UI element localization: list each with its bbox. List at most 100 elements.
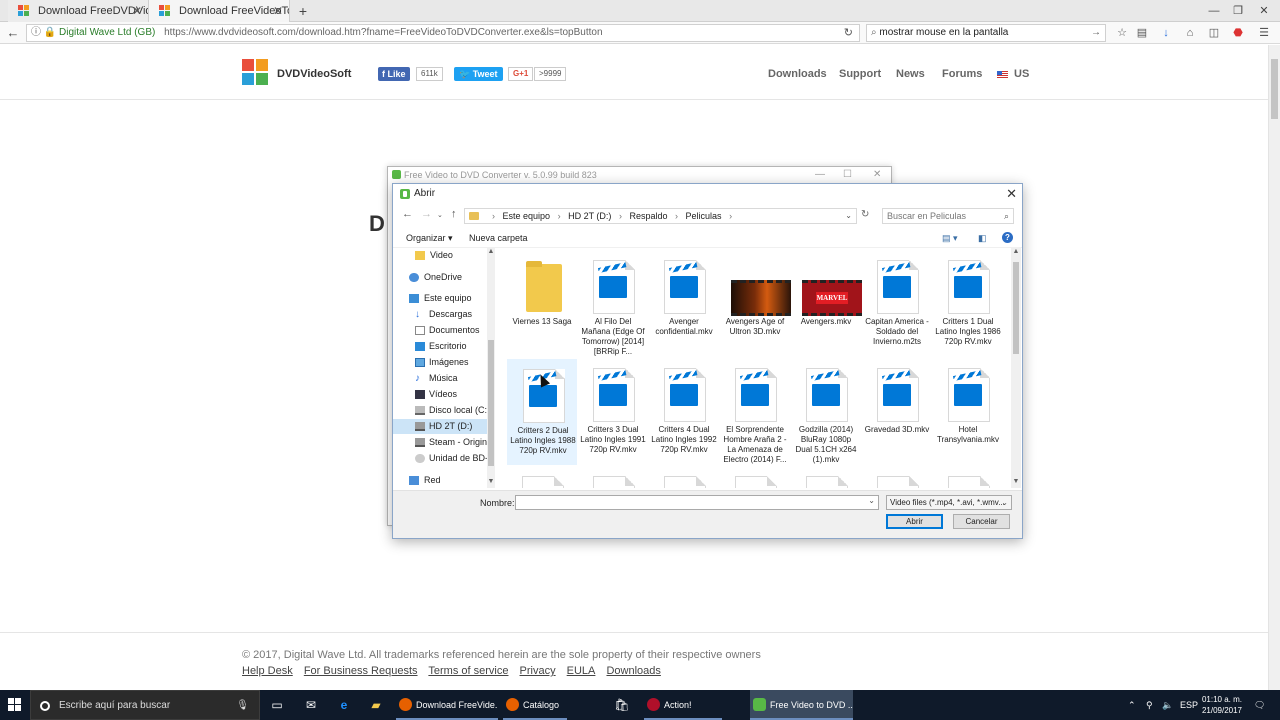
file-item-partial[interactable]	[649, 467, 719, 488]
folder-search-input[interactable]: Buscar en Peliculas ⌕	[882, 208, 1014, 224]
brand-name[interactable]: DVDVideoSoft	[277, 68, 351, 80]
nav-item-musica[interactable]: ♪ Música	[393, 371, 487, 386]
nav-item-video[interactable]: Video	[393, 248, 487, 263]
dialog-close-icon[interactable]: ✕	[1006, 186, 1017, 202]
file-item-partial[interactable]	[720, 467, 790, 488]
file-item-avenger-confidential[interactable]: Avenger confidential.mkv	[649, 251, 719, 357]
footer-link-eula[interactable]: EULA	[567, 665, 596, 677]
network-icon[interactable]: ⚲	[1146, 690, 1153, 720]
adblock-icon[interactable]: ⬣	[1231, 26, 1245, 40]
close-tab-icon[interactable]: ✕	[132, 0, 142, 22]
pocket-icon[interactable]: ◫	[1207, 26, 1221, 40]
footer-link-help-desk[interactable]: Help Desk	[242, 665, 293, 677]
navigation-pane-scrollbar[interactable]: ▲ ▼	[487, 248, 495, 488]
file-type-select[interactable]: Video files (*.mp4, *.avi, *.wmv... ⌄	[886, 495, 1012, 510]
nav-item-videos[interactable]: Vídeos	[393, 387, 487, 402]
system-clock[interactable]: 01:10 a. m. 21/09/2017	[1192, 694, 1252, 716]
app-close-button[interactable]: ✕	[873, 167, 881, 183]
file-item-critters-4[interactable]: Critters 4 Dual Latino Ingles 1992 720p …	[649, 359, 719, 465]
tab-download-freedvd[interactable]: Download FreeDVDVideoCo ✕	[8, 0, 148, 22]
file-item-avengers-ultron[interactable]: Avengers Age of Ultron 3D.mkv	[720, 251, 791, 357]
file-item-partial[interactable]	[933, 467, 1003, 488]
breadcrumb-separator-icon[interactable]: ›	[492, 211, 495, 221]
footer-link-downloads[interactable]: Downloads	[606, 665, 660, 677]
nav-item-hd2t[interactable]: HD 2T (D:)	[393, 419, 487, 434]
organize-button[interactable]: Organizar ▾	[406, 233, 453, 244]
page-scrollbar-thumb[interactable]	[1271, 59, 1278, 119]
action-center-icon[interactable]: 🗨	[1254, 690, 1265, 720]
file-item-viernes13[interactable]: Viernes 13 Saga	[507, 251, 577, 357]
home-icon[interactable]: ⌂	[1183, 26, 1197, 40]
scroll-up-icon[interactable]: ▲	[1011, 248, 1021, 255]
cancel-button[interactable]: Cancelar	[953, 514, 1010, 529]
nav-news[interactable]: News	[896, 68, 925, 80]
taskbar-app-action[interactable]: Action!	[644, 690, 722, 720]
file-item-hotel-transylvania[interactable]: Hotel Transylvania.mkv	[933, 359, 1003, 465]
footer-link-business[interactable]: For Business Requests	[304, 665, 418, 677]
tab-download-freevideotodvd[interactable]: Download FreeVideoToDVD ✕	[148, 0, 290, 22]
preview-pane-icon[interactable]: ◧	[978, 233, 987, 244]
breadcrumb-peliculas[interactable]: Peliculas	[686, 211, 722, 221]
page-scrollbar[interactable]	[1268, 45, 1280, 690]
file-name-input[interactable]: ⌄	[515, 495, 879, 510]
breadcrumb-este-equipo[interactable]: Este equipo	[503, 211, 551, 221]
windows-start-icon[interactable]	[0, 690, 30, 720]
breadcrumb-separator-icon[interactable]: ›	[675, 211, 678, 221]
nav-item-red[interactable]: Red	[393, 473, 487, 488]
breadcrumb-separator-icon[interactable]: ›	[729, 211, 732, 221]
scrollbar-thumb[interactable]	[488, 340, 494, 466]
breadcrumb-hd2t[interactable]: HD 2T (D:)	[568, 211, 611, 221]
reload-icon[interactable]: ↻	[844, 25, 853, 41]
facebook-like-button[interactable]: f Like	[378, 67, 410, 81]
nav-item-steam-origin[interactable]: Steam - Origin (I	[393, 435, 487, 450]
file-item-al-filo[interactable]: Al Filo Del Mañana (Edge Of Tomorrow) [2…	[578, 251, 648, 357]
menu-hamburger-icon[interactable]: ☰	[1257, 26, 1271, 40]
nav-item-este-equipo[interactable]: Este equipo	[393, 291, 487, 306]
google-plus-button[interactable]: G+1	[508, 67, 534, 81]
nav-language[interactable]: US	[1014, 68, 1029, 80]
file-item-hombre-arana-2[interactable]: El Sorprendente Hombre Araña 2 - La Amen…	[720, 359, 790, 465]
taskbar-app-firefox[interactable]: Download FreeVide...	[396, 690, 498, 720]
tweet-button[interactable]: 🐦 Tweet	[454, 67, 503, 81]
back-arrow-icon[interactable]: ←	[402, 208, 413, 220]
scroll-down-icon[interactable]: ▼	[487, 478, 495, 485]
breadcrumb[interactable]: › Este equipo › HD 2T (D:) › Respaldo › …	[464, 208, 857, 224]
us-flag-icon[interactable]	[997, 71, 1008, 78]
file-item-partial[interactable]	[507, 467, 577, 488]
refresh-icon[interactable]: ↻	[861, 209, 869, 220]
file-item-godzilla[interactable]: Godzilla (2014) BluRay 1080p Dual 5.1CH …	[791, 359, 861, 465]
microphone-icon[interactable]: 🎙	[236, 691, 249, 720]
file-item-partial[interactable]	[862, 467, 932, 488]
dvdvideosoft-logo[interactable]	[242, 59, 268, 85]
nav-item-bd-rom[interactable]: Unidad de BD-RI	[393, 451, 487, 466]
file-item-critters-1[interactable]: Critters 1 Dual Latino Ingles 1986 720p …	[933, 251, 1003, 357]
file-item-capitan-america[interactable]: Capitan America - Soldado del Invierno.m…	[862, 251, 932, 357]
store-bag-icon[interactable]: 🛍	[607, 690, 637, 720]
url-bar[interactable]: ⓘ 🔒 Digital Wave Ltd (GB) https://www.dv…	[26, 24, 860, 42]
file-item-gravedad[interactable]: Gravedad 3D.mkv	[862, 359, 932, 465]
footer-link-terms[interactable]: Terms of service	[428, 665, 508, 677]
nav-item-onedrive[interactable]: OneDrive	[393, 270, 487, 285]
bookmark-star-icon[interactable]: ☆	[1115, 26, 1129, 40]
help-icon[interactable]: ?	[1002, 232, 1013, 243]
file-item-partial[interactable]	[578, 467, 648, 488]
mail-icon[interactable]: ✉	[296, 690, 326, 720]
task-view-icon[interactable]: ▭	[262, 690, 292, 720]
show-hidden-icons-chevron-icon[interactable]: ⌃	[1128, 690, 1136, 720]
scrollbar-thumb[interactable]	[1013, 262, 1019, 354]
file-item-avengers[interactable]: MARVEL Avengers.mkv	[791, 251, 862, 357]
app-maximize-button[interactable]: ☐	[843, 167, 852, 183]
nav-item-escritorio[interactable]: Escritorio	[393, 339, 487, 354]
forward-arrow-icon[interactable]: →	[421, 208, 432, 220]
nav-item-imagenes[interactable]: Imágenes	[393, 355, 487, 370]
back-arrow-icon[interactable]: ←	[4, 24, 22, 42]
nav-item-documentos[interactable]: Documentos	[393, 323, 487, 338]
browser-search-bar[interactable]: ⌕ mostrar mouse en la pantalla →	[866, 24, 1106, 42]
file-explorer-icon[interactable]: ▰	[361, 690, 391, 720]
nav-support[interactable]: Support	[839, 68, 881, 80]
download-arrow-icon[interactable]: ↓	[1159, 26, 1173, 40]
chevron-down-icon[interactable]: ⌄	[868, 496, 875, 505]
breadcrumb-separator-icon[interactable]: ›	[619, 211, 622, 221]
taskbar-app-free-video-to-dvd[interactable]: Free Video to DVD ...	[750, 690, 853, 720]
footer-link-privacy[interactable]: Privacy	[520, 665, 556, 677]
